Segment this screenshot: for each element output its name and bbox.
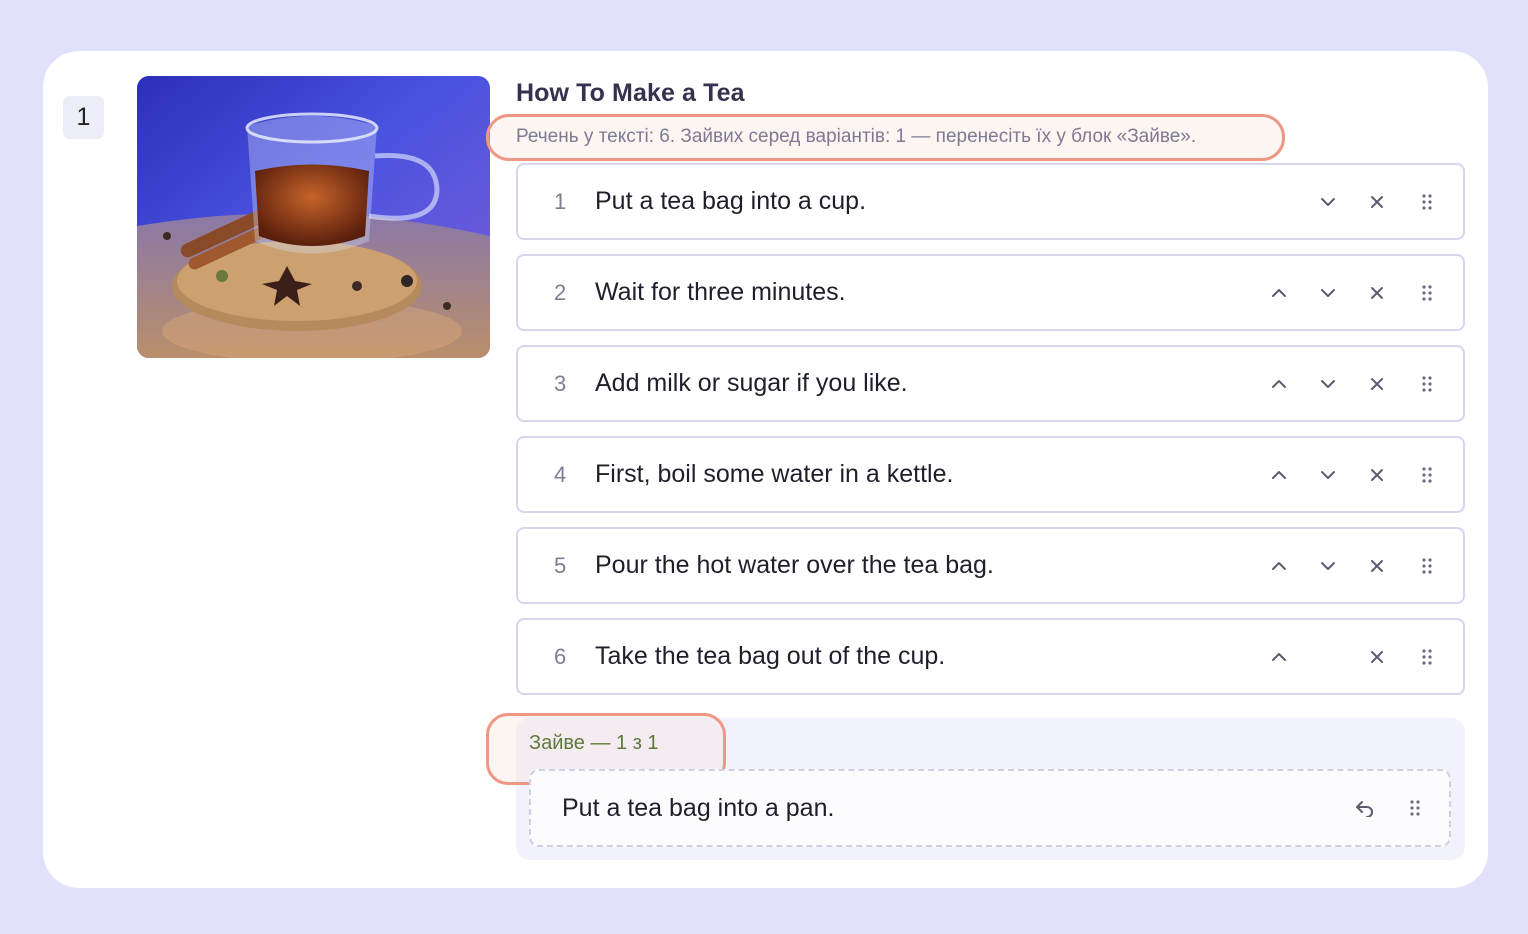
hint-text: Речень у тексті: 6. Зайвих серед варіант… — [516, 126, 1197, 147]
chevron-down-icon[interactable] — [1317, 373, 1339, 395]
close-icon[interactable] — [1366, 282, 1388, 304]
chevron-up-icon[interactable] — [1268, 282, 1290, 304]
chevron-up-icon[interactable] — [1268, 555, 1290, 577]
extra-item[interactable]: Put a tea bag into a pan. — [529, 769, 1451, 847]
extra-block-title: Зайве — 1 з 1 — [529, 732, 659, 754]
chevron-down-icon[interactable] — [1317, 555, 1339, 577]
undo-icon[interactable] — [1354, 797, 1376, 819]
close-icon[interactable] — [1366, 464, 1388, 486]
drag-handle-icon[interactable] — [1404, 797, 1426, 819]
extra-item-text: Put a tea bag into a pan. — [562, 794, 835, 822]
chevron-down-icon[interactable] — [1317, 464, 1339, 486]
close-icon[interactable] — [1366, 555, 1388, 577]
sentence-number: 4 — [554, 462, 567, 487]
sentence-item[interactable]: 2 Wait for three minutes. — [516, 254, 1465, 331]
sentence-number: 1 — [554, 189, 567, 214]
drag-handle-icon[interactable] — [1416, 464, 1438, 486]
sentence-item[interactable]: 5 Pour the hot water over the tea bag. — [516, 527, 1465, 604]
chevron-up-icon[interactable] — [1268, 373, 1290, 395]
sentence-text: Put a tea bag into a cup. — [595, 187, 867, 215]
sentence-text: Take the tea bag out of the cup. — [595, 642, 946, 670]
sentence-item[interactable]: 1 Put a tea bag into a cup. — [516, 163, 1465, 240]
sentence-item[interactable]: 6 Take the tea bag out of the cup. — [516, 618, 1465, 695]
chevron-down-icon[interactable] — [1317, 191, 1339, 213]
drag-handle-icon[interactable] — [1416, 191, 1438, 213]
tea-photo — [137, 76, 490, 358]
sentence-text: Wait for three minutes. — [595, 278, 846, 306]
drag-handle-icon[interactable] — [1416, 373, 1438, 395]
sentence-text: First, boil some water in a kettle. — [595, 460, 954, 488]
sentence-text: Pour the hot water over the tea bag. — [595, 551, 994, 579]
question-number-badge: 1 — [63, 96, 104, 139]
chevron-down-icon[interactable] — [1317, 282, 1339, 304]
chevron-up-icon[interactable] — [1268, 646, 1290, 668]
chevron-up-icon[interactable] — [1268, 464, 1290, 486]
drag-handle-icon[interactable] — [1416, 555, 1438, 577]
drag-handle-icon[interactable] — [1416, 646, 1438, 668]
sentence-item[interactable]: 4 First, boil some water in a kettle. — [516, 436, 1465, 513]
close-icon[interactable] — [1366, 191, 1388, 213]
exercise-card: 1 How To Make a Tea Речень у тексті: 6. … — [43, 51, 1488, 888]
sentence-item[interactable]: 3 Add milk or sugar if you like. — [516, 345, 1465, 422]
sentence-number: 5 — [554, 553, 567, 578]
close-icon[interactable] — [1366, 646, 1388, 668]
sentence-number: 6 — [554, 644, 567, 669]
sentence-text: Add milk or sugar if you like. — [595, 369, 908, 397]
question-title: How To Make a Tea — [516, 79, 745, 107]
drag-handle-icon[interactable] — [1416, 282, 1438, 304]
sentence-number: 2 — [554, 280, 567, 305]
close-icon[interactable] — [1366, 373, 1388, 395]
sentence-number: 3 — [554, 371, 567, 396]
